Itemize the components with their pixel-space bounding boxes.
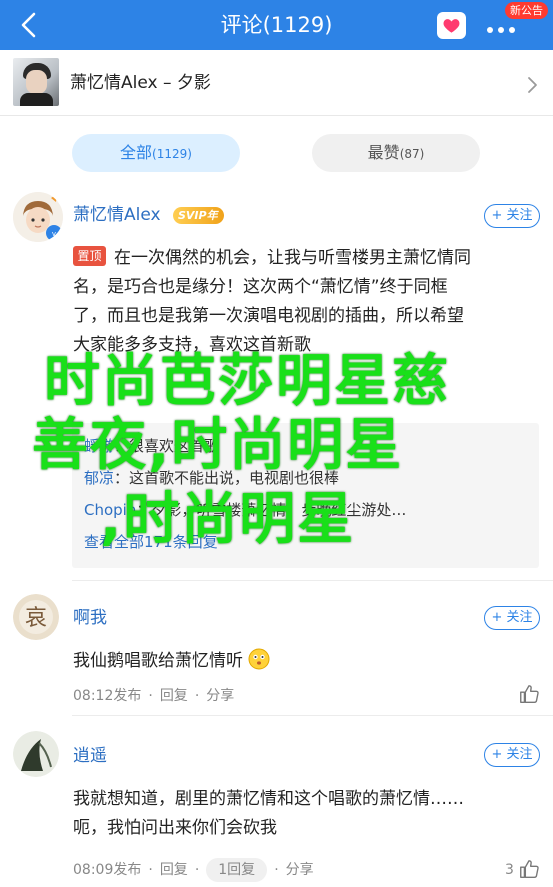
follow-button[interactable]: + 关注 [484, 204, 540, 228]
comment-text: 置顶 在一次偶然的机会，让我与听雪楼男主萧忆情同 名，是巧合也是缘分！这次两个“萧… [73, 244, 543, 360]
user-avatar-icon: v [13, 192, 63, 242]
tab-hot-count: (87) [399, 147, 425, 161]
more-dot-icon [498, 27, 504, 33]
song-card[interactable]: 萧忆情Alex – 夕影 [0, 50, 553, 116]
reply-username[interactable]: 蜉蝣 [84, 437, 114, 455]
reply-text: ：夕影，听雪楼萧忆情，步晚红尘游处… [136, 501, 407, 519]
reply-button[interactable]: 回复 [160, 688, 188, 704]
tab-all-label: 全部 [120, 143, 153, 162]
reply-username[interactable]: 郁凉 [84, 469, 114, 487]
song-title: 萧忆情Alex – 夕影 [70, 73, 211, 93]
vip-badge: SVIP年 [173, 207, 224, 224]
thumbs-up-icon[interactable] [518, 858, 540, 880]
view-all-replies-link[interactable]: 查看全部171条回复 [84, 531, 218, 553]
share-button[interactable]: 分享 [286, 862, 314, 878]
comments-page: 评论(1129) 新公告 萧忆情Alex – 夕影 全部(1129) 最赞(87… [0, 0, 553, 887]
heart-icon [443, 19, 460, 33]
user-avatar-icon [13, 731, 59, 777]
like-count: 3 [505, 862, 514, 878]
comment-line-2: 呃，我怕问出来你们会砍我 [73, 818, 277, 838]
page-title: 评论(1129) [220, 13, 333, 37]
avatar[interactable] [13, 731, 59, 777]
reply-text: ：很喜欢这首歌 [114, 437, 220, 455]
more-dot-icon [487, 27, 493, 33]
svg-text:v: v [52, 230, 56, 238]
comment-time: 08:09发布 [73, 862, 142, 878]
user-avatar-icon: 哀 [13, 594, 59, 640]
comment-time: 08:12发布 [73, 688, 142, 704]
follow-button[interactable]: + 关注 [484, 743, 540, 767]
divider [72, 715, 553, 716]
comment-username[interactable]: 啊我 [73, 607, 107, 629]
comment-line-1: 在一次偶然的机会，让我与听雪楼男主萧忆情同 [114, 248, 471, 268]
share-button[interactable]: 分享 [206, 688, 234, 704]
emoji-icon [248, 648, 270, 670]
reply-count-chip[interactable]: 1回复 [206, 858, 268, 882]
comment-username[interactable]: 萧忆情Alex [73, 204, 161, 226]
chevron-right-icon [528, 77, 537, 93]
comment-line-1: 我仙鹅唱歌给萧忆情听 [73, 651, 243, 671]
reply-item: 蜉蝣：很喜欢这首歌 [84, 435, 219, 457]
comment-username[interactable]: 逍遥 [73, 745, 107, 767]
more-dot-icon [509, 27, 515, 33]
reply-button[interactable]: 回复 [160, 862, 188, 878]
reply-item: 郁凉：这首歌不能出说，电视剧也很棒 [84, 467, 339, 489]
notice-badge[interactable]: 新公告 [505, 2, 548, 19]
avatar[interactable]: v [13, 192, 63, 242]
divider [72, 580, 553, 581]
song-cover-image [13, 58, 59, 106]
comment-meta: 08:12发布 · 回复 · 分享 [73, 688, 235, 704]
comment-text: 我仙鹅唱歌给萧忆情听 [73, 647, 270, 676]
comment-tabs: 全部(1129) 最赞(87) [0, 116, 553, 191]
tab-all[interactable]: 全部(1129) [72, 134, 240, 172]
avatar[interactable]: 哀 [13, 594, 59, 640]
reply-preview-box[interactable]: 蜉蝣：很喜欢这首歌 郁凉：这首歌不能出说，电视剧也很棒 Chopin：夕影，听雪… [72, 423, 539, 568]
reply-username[interactable]: Chopin [84, 501, 136, 519]
comment-line-2: 名，是巧合也是缘分！这次两个“萧忆情”终于同框 [73, 277, 448, 297]
comment-line-1: 我就想知道，剧里的萧忆情和这个唱歌的萧忆情…… [73, 789, 464, 809]
comment-line-4: 大家能多多支持，喜欢这首新歌 [73, 335, 311, 355]
comment-text-line: 置顶 在一次偶然的机会，让我与听雪楼男主萧忆情同 [73, 244, 543, 273]
favorite-button[interactable] [437, 12, 466, 39]
reply-item: Chopin：夕影，听雪楼萧忆情，步晚红尘游处… [84, 499, 406, 521]
tab-all-count: (1129) [152, 147, 192, 161]
comment-text: 我就想知道，剧里的萧忆情和这个唱歌的萧忆情…… 呃，我怕问出来你们会砍我 [73, 785, 543, 843]
top-bar: 评论(1129) 新公告 [0, 0, 553, 50]
comment-meta: 08:09发布 · 回复 · 1回复 · 分享 [73, 858, 314, 882]
svg-text:哀: 哀 [25, 606, 47, 631]
reply-text: ：这首歌不能出说，电视剧也很棒 [114, 469, 340, 487]
follow-button[interactable]: + 关注 [484, 606, 540, 630]
more-options-button[interactable] [487, 18, 527, 33]
pinned-tag: 置顶 [73, 246, 106, 266]
thumbs-up-icon[interactable] [518, 683, 540, 705]
tab-hot-label: 最赞 [367, 143, 400, 162]
tab-hot[interactable]: 最赞(87) [312, 134, 480, 172]
comment-line-3: 了，而且也是我第一次演唱电视剧的插曲，所以希望 [73, 306, 464, 326]
